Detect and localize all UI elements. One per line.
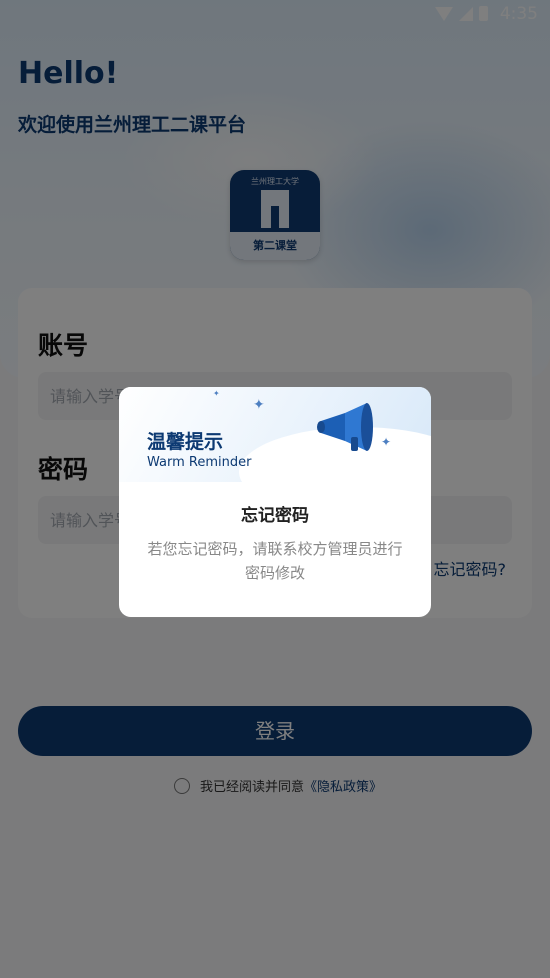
dialog-title: 温馨提示 <box>147 431 224 453</box>
megaphone-icon <box>317 403 373 451</box>
sparkle-icon: ✦ <box>253 397 265 413</box>
dialog-message: 若您忘记密码，请联系校方管理员进行密码修改 <box>147 540 403 582</box>
dialog-subtitle: Warm Reminder <box>147 455 252 470</box>
sparkle-icon: ✦ <box>213 389 220 398</box>
dialog-heading: 忘记密码 <box>241 506 309 526</box>
reminder-dialog: ✦ ✦ ✦ 温馨提示 Warm Reminder 忘记密码 若您忘记密码，请联系… <box>119 387 431 617</box>
